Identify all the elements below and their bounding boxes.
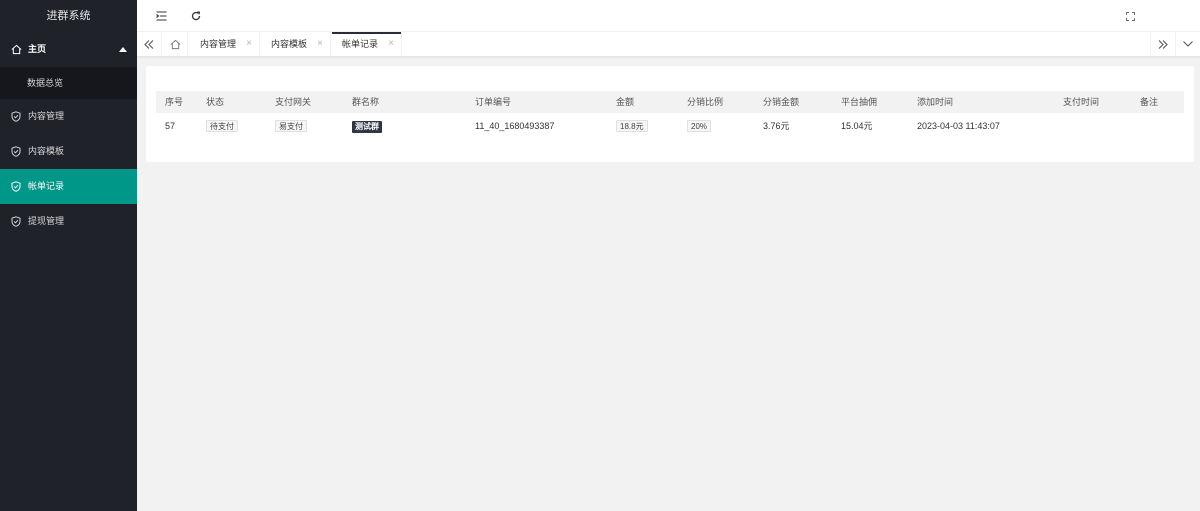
page-tabs-bar: 内容管理 × 内容模板 × 帐单记录 × xyxy=(137,32,1200,57)
tab-content-template[interactable]: 内容模板 × xyxy=(261,32,331,56)
sidebar-item-label: 帐单记录 xyxy=(28,181,65,191)
shield-check-icon xyxy=(10,146,22,158)
tabs-scroll-right-icon[interactable] xyxy=(1150,32,1175,56)
col-header-order-no[interactable]: 订单编号 xyxy=(475,91,511,113)
tab-bill-records[interactable]: 帐单记录 × xyxy=(332,32,402,56)
col-header-group[interactable]: 群名称 xyxy=(352,91,379,113)
cell-commission: 3.76元 xyxy=(763,121,790,131)
bill-records-card: 序号 状态 支付网关 群名称 订单编号 金额 分销比例 分销金额 平台抽佣 添加… xyxy=(146,66,1194,162)
sidebar-item-content-template[interactable]: 内容模板 xyxy=(0,134,137,169)
tabs-scroll-left-icon[interactable] xyxy=(137,32,162,56)
col-header-commission[interactable]: 分销金额 xyxy=(763,91,799,113)
sidebar-item-label: 内容模板 xyxy=(28,146,65,156)
shield-check-icon xyxy=(10,181,22,193)
tab-close-icon[interactable]: × xyxy=(388,32,394,56)
status-badge: 待支付 xyxy=(206,120,238,132)
cell-created-at: 2023-04-03 11:43:07 xyxy=(917,121,1000,131)
tab-label: 内容模板 xyxy=(271,39,308,49)
tab-home-icon[interactable] xyxy=(163,32,188,56)
sidebar-subitem-overview[interactable]: 数据总览 xyxy=(0,67,137,99)
cell-group: 测试群 xyxy=(352,115,382,137)
tab-close-icon[interactable]: × xyxy=(317,32,323,56)
sidebar: 进群系统 主页 数据总览 内容管理 内容模板 帐单记录 提现管理 xyxy=(0,0,137,511)
cell-platform-fee: 15.04元 xyxy=(841,121,873,131)
cell-id: 57 xyxy=(165,121,176,131)
col-header-created-at[interactable]: 添加时间 xyxy=(917,91,953,113)
col-header-remark[interactable]: 备注 xyxy=(1140,91,1158,113)
sidebar-item-label: 内容管理 xyxy=(28,111,65,121)
top-header xyxy=(137,0,1200,32)
sidebar-item-content-manage[interactable]: 内容管理 xyxy=(0,99,137,134)
col-header-id[interactable]: 序号 xyxy=(165,91,183,113)
group-badge: 测试群 xyxy=(352,121,382,133)
menu-toggle-icon[interactable] xyxy=(153,8,169,24)
cell-gateway: 易支付 xyxy=(275,115,307,137)
amount-badge: 18.8元 xyxy=(616,120,648,132)
table-header: 序号 状态 支付网关 群名称 订单编号 金额 分销比例 分销金额 平台抽佣 添加… xyxy=(156,91,1184,113)
app-logo-title: 进群系统 xyxy=(46,10,91,22)
tab-label: 帐单记录 xyxy=(342,39,379,49)
col-header-ratio[interactable]: 分销比例 xyxy=(687,91,723,113)
sidebar-item-label: 主页 xyxy=(28,44,47,54)
refresh-icon[interactable] xyxy=(188,8,204,24)
caret-up-icon xyxy=(119,47,127,52)
gateway-badge: 易支付 xyxy=(275,120,307,132)
sidebar-item-home[interactable]: 主页 xyxy=(0,32,137,67)
tabs-menu-chevron-down-icon[interactable] xyxy=(1175,32,1200,56)
shield-check-icon xyxy=(10,216,22,228)
cell-amount: 18.8元 xyxy=(616,115,648,137)
tab-label: 内容管理 xyxy=(200,39,237,49)
col-header-platform-fee[interactable]: 平台抽佣 xyxy=(841,91,877,113)
fullscreen-icon[interactable] xyxy=(1122,8,1138,24)
home-icon xyxy=(10,44,22,56)
cell-order-no: 11_40_1680493387 xyxy=(475,121,555,131)
table-row[interactable]: 57 待支付 易支付 测试群 11_40_1680493387 18.8元 20… xyxy=(156,115,1184,137)
cell-ratio: 20% xyxy=(687,115,712,137)
ratio-badge: 20% xyxy=(687,120,712,132)
sidebar-item-withdraw-manage[interactable]: 提现管理 xyxy=(0,204,137,239)
shield-check-icon xyxy=(10,111,22,123)
col-header-gateway[interactable]: 支付网关 xyxy=(275,91,311,113)
tab-close-icon[interactable]: × xyxy=(246,32,252,56)
col-header-status[interactable]: 状态 xyxy=(206,91,224,113)
col-header-paid-at[interactable]: 支付时间 xyxy=(1063,91,1099,113)
sidebar-item-label: 提现管理 xyxy=(28,216,65,226)
sidebar-item-bill-records[interactable]: 帐单记录 xyxy=(0,169,137,204)
app-root: 进群系统 主页 数据总览 内容管理 内容模板 帐单记录 提现管理 内容管理 × … xyxy=(0,0,1200,511)
cell-status: 待支付 xyxy=(206,115,238,137)
col-header-amount[interactable]: 金额 xyxy=(616,91,634,113)
tab-content-manage[interactable]: 内容管理 × xyxy=(190,32,260,56)
